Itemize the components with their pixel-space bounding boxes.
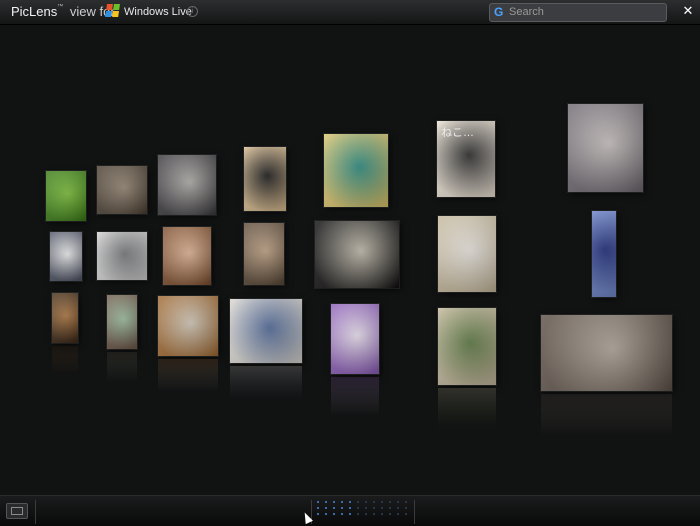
page-dot[interactable] — [405, 507, 407, 509]
cat-on-grass-photo[interactable] — [46, 171, 86, 221]
close-button[interactable]: ✕ — [680, 3, 696, 19]
page-dot[interactable] — [365, 501, 367, 503]
app-title: PicLens™ view for — [11, 4, 115, 19]
divider — [35, 500, 36, 524]
page-dot[interactable] — [341, 513, 343, 515]
cat-in-box-photo[interactable] — [52, 293, 78, 343]
tile-reflection — [107, 352, 137, 382]
page-dot[interactable] — [317, 501, 319, 503]
trademark: ™ — [57, 4, 64, 10]
search-provider-icon: G — [494, 5, 504, 19]
tile-caption: ねこ… — [441, 127, 474, 139]
cat-by-window-photo[interactable] — [244, 223, 284, 285]
tile-reflection — [438, 388, 496, 430]
page-dot[interactable] — [381, 513, 383, 515]
cat-in-bucket-photo[interactable] — [107, 295, 137, 349]
page-dot[interactable] — [357, 507, 359, 509]
tabby-cat-photo[interactable] — [158, 155, 216, 215]
page-dot[interactable] — [397, 513, 399, 515]
title-bar: PicLens™ view for Windows Live i G ✕ — [0, 0, 700, 25]
anime-poster[interactable] — [163, 227, 211, 285]
page-dot[interactable] — [325, 501, 327, 503]
divider — [414, 500, 415, 524]
sleeping-kittens-photo[interactable] — [97, 166, 147, 214]
cat-sketch[interactable] — [438, 216, 496, 292]
page-dot[interactable] — [381, 507, 383, 509]
page-dot[interactable] — [325, 513, 327, 515]
plush-cats-photo[interactable] — [568, 104, 643, 192]
page-dot[interactable] — [373, 501, 375, 503]
page-dot[interactable] — [357, 513, 359, 515]
page-dot[interactable] — [317, 513, 319, 515]
page-dot[interactable] — [333, 501, 335, 503]
tile-reflection — [52, 346, 78, 374]
gray-kitten-photo[interactable] — [97, 232, 147, 280]
page-dot[interactable] — [389, 507, 391, 509]
page-dot[interactable] — [317, 507, 319, 509]
image-wall: ねこ… — [0, 25, 700, 495]
page-dot[interactable] — [405, 513, 407, 515]
anime-girl-illustration[interactable] — [331, 304, 379, 374]
neko-kitten-photo[interactable]: ねこ… — [437, 121, 495, 197]
cats-cuddling-photo[interactable] — [541, 315, 672, 391]
page-dot[interactable] — [405, 501, 407, 503]
brand-name: PicLens — [11, 4, 58, 19]
tile-reflection — [541, 394, 672, 436]
page-dot[interactable] — [333, 513, 335, 515]
info-icon[interactable]: i — [187, 6, 198, 17]
ginger-cat-photo[interactable] — [158, 296, 218, 356]
fullscreen-icon[interactable] — [6, 503, 28, 519]
page-dot[interactable] — [397, 501, 399, 503]
cartoon-cat-drawing[interactable] — [324, 134, 388, 207]
navigation-bar — [0, 495, 700, 526]
tile-reflection — [230, 366, 302, 401]
page-dot[interactable] — [357, 501, 359, 503]
search-box[interactable]: G — [489, 3, 667, 22]
page-dot[interactable] — [325, 507, 327, 509]
page-dot[interactable] — [349, 507, 351, 509]
page-dot[interactable] — [349, 513, 351, 515]
page-dot[interactable] — [381, 501, 383, 503]
page-dot[interactable] — [333, 507, 335, 509]
page-dot[interactable] — [389, 513, 391, 515]
page-dot[interactable] — [365, 513, 367, 515]
page-dot[interactable] — [389, 501, 391, 503]
page-dot[interactable] — [365, 507, 367, 509]
page-dot[interactable] — [341, 501, 343, 503]
search-input[interactable] — [509, 5, 659, 19]
anime-text-screenshot[interactable] — [244, 147, 286, 211]
tile-reflection — [158, 359, 218, 392]
cartoon-cat-figure[interactable] — [50, 232, 82, 281]
blue-text-strip[interactable] — [592, 211, 616, 297]
page-dot[interactable] — [397, 507, 399, 509]
page-dot[interactable] — [341, 507, 343, 509]
page-dot[interactable] — [373, 513, 375, 515]
cat-on-rock-photo[interactable] — [438, 308, 496, 385]
page-dot[interactable] — [373, 507, 375, 509]
tile-reflection — [331, 377, 379, 416]
page-dot[interactable] — [349, 501, 351, 503]
kittens-lounging-photo[interactable] — [230, 299, 302, 363]
black-cat-photo[interactable] — [315, 221, 399, 288]
provider-label: Windows Live — [124, 6, 192, 18]
windows-logo-icon — [105, 4, 122, 18]
